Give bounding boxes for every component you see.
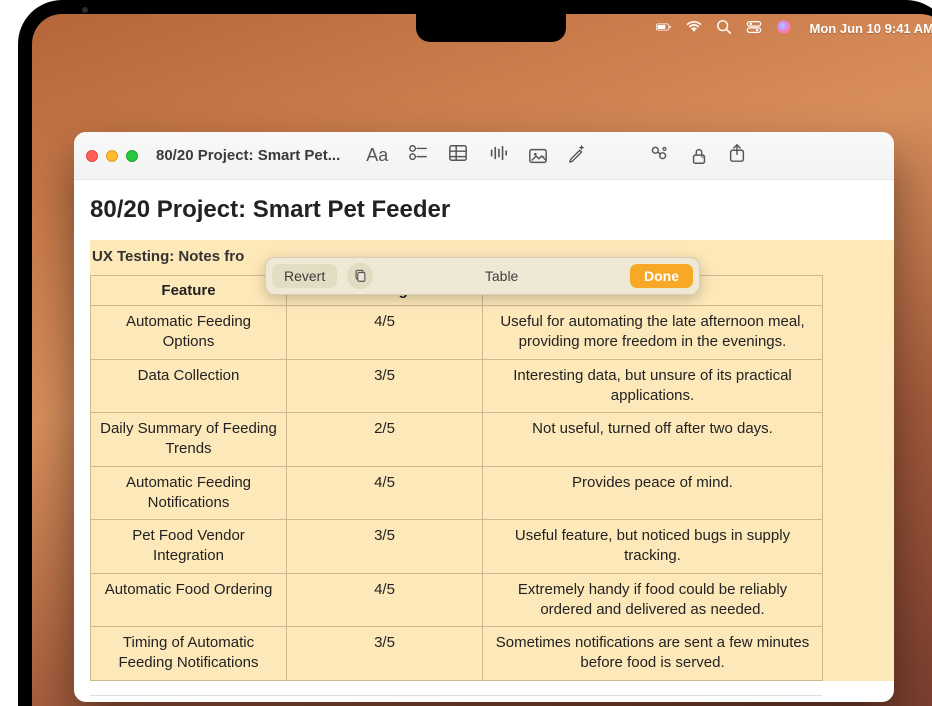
col-feature[interactable]: Feature: [91, 276, 287, 306]
revert-button[interactable]: Revert: [272, 264, 337, 288]
cell-comments[interactable]: Sometimes notifications are sent a few m…: [483, 627, 823, 681]
table-row[interactable]: Automatic Feeding Options4/5Useful for a…: [91, 306, 823, 360]
checklist-button[interactable]: [408, 143, 428, 168]
table-button[interactable]: [448, 143, 468, 168]
cell-feature[interactable]: Timing of Automatic Feeding Notification…: [91, 627, 287, 681]
cell-feature[interactable]: Data Collection: [91, 359, 287, 413]
cell-feature[interactable]: Daily Summary of Feeding Trends: [91, 413, 287, 467]
audio-record-button[interactable]: [488, 143, 508, 168]
cell-rating[interactable]: 4/5: [287, 306, 483, 360]
popover-title: Table: [383, 268, 620, 284]
table-row[interactable]: Automatic Feeding Notifications4/5Provid…: [91, 466, 823, 520]
table-tool-popover: Revert Table Done: [265, 257, 700, 295]
cell-comments[interactable]: Useful for automating the late afternoon…: [483, 306, 823, 360]
chevron-down-icon: ⌄: [538, 150, 546, 161]
siri-icon[interactable]: [776, 19, 792, 38]
cell-comments[interactable]: Useful feature, but noticed bugs in supp…: [483, 520, 823, 574]
cell-rating[interactable]: 3/5: [287, 627, 483, 681]
screen: Mon Jun 10 9:41 AM 80/20 Project: Smart …: [32, 14, 932, 706]
media-button[interactable]: ⌄: [528, 146, 546, 166]
window-title: 80/20 Project: Smart Pet...: [156, 147, 340, 164]
cell-rating[interactable]: 4/5: [287, 466, 483, 520]
close-button[interactable]: [86, 150, 98, 162]
cell-rating[interactable]: 3/5: [287, 359, 483, 413]
horizontal-rule: [90, 695, 822, 696]
cell-feature[interactable]: Pet Food Vendor Integration: [91, 520, 287, 574]
cell-feature[interactable]: Automatic Food Ordering: [91, 573, 287, 627]
camera-dot: [82, 7, 88, 13]
toolbar: Aa ⌄: [366, 143, 747, 168]
traffic-lights: [86, 150, 138, 162]
menubar-datetime[interactable]: Mon Jun 10 9:41 AM: [810, 21, 932, 36]
chevron-down-icon: ⌄: [699, 150, 707, 161]
battery-icon[interactable]: [656, 19, 672, 38]
window-titlebar: 80/20 Project: Smart Pet... Aa ⌄: [74, 132, 894, 180]
cell-comments[interactable]: Not useful, turned off after two days.: [483, 413, 823, 467]
feature-table[interactable]: Feature Rating Comments Automatic Feedin…: [90, 275, 823, 681]
cell-feature[interactable]: Automatic Feeding Options: [91, 306, 287, 360]
highlighted-section: UX Testing: Notes fro Feature Rating Com…: [90, 240, 894, 681]
share-button[interactable]: [727, 143, 747, 168]
table-row[interactable]: Timing of Automatic Feeding Notification…: [91, 627, 823, 681]
link-button[interactable]: [649, 143, 669, 168]
done-button[interactable]: Done: [630, 264, 693, 288]
cell-comments[interactable]: Interesting data, but unsure of its prac…: [483, 359, 823, 413]
notes-window: 80/20 Project: Smart Pet... Aa ⌄: [74, 132, 894, 702]
spotlight-icon[interactable]: [716, 19, 732, 38]
table-row[interactable]: Pet Food Vendor Integration3/5Useful fea…: [91, 520, 823, 574]
cell-rating[interactable]: 3/5: [287, 520, 483, 574]
zoom-button[interactable]: [126, 150, 138, 162]
device-frame: Mon Jun 10 9:41 AM 80/20 Project: Smart …: [18, 0, 932, 706]
notch: [416, 14, 566, 42]
cell-comments[interactable]: Extremely handy if food could be reliabl…: [483, 573, 823, 627]
table-row[interactable]: Daily Summary of Feeding Trends2/5Not us…: [91, 413, 823, 467]
cell-rating[interactable]: 2/5: [287, 413, 483, 467]
wifi-icon[interactable]: [686, 19, 702, 38]
cell-feature[interactable]: Automatic Feeding Notifications: [91, 466, 287, 520]
table-row[interactable]: Automatic Food Ordering4/5Extremely hand…: [91, 573, 823, 627]
cell-comments[interactable]: Provides peace of mind.: [483, 466, 823, 520]
table-row[interactable]: Data Collection3/5Interesting data, but …: [91, 359, 823, 413]
minimize-button[interactable]: [106, 150, 118, 162]
copy-icon-button[interactable]: [347, 263, 373, 289]
control-center-icon[interactable]: [746, 19, 762, 38]
writing-tools-button[interactable]: [567, 143, 587, 168]
cell-rating[interactable]: 4/5: [287, 573, 483, 627]
format-button[interactable]: Aa: [366, 145, 388, 166]
lock-button[interactable]: ⌄: [689, 146, 707, 166]
note-title: 80/20 Project: Smart Pet Feeder: [90, 196, 894, 224]
